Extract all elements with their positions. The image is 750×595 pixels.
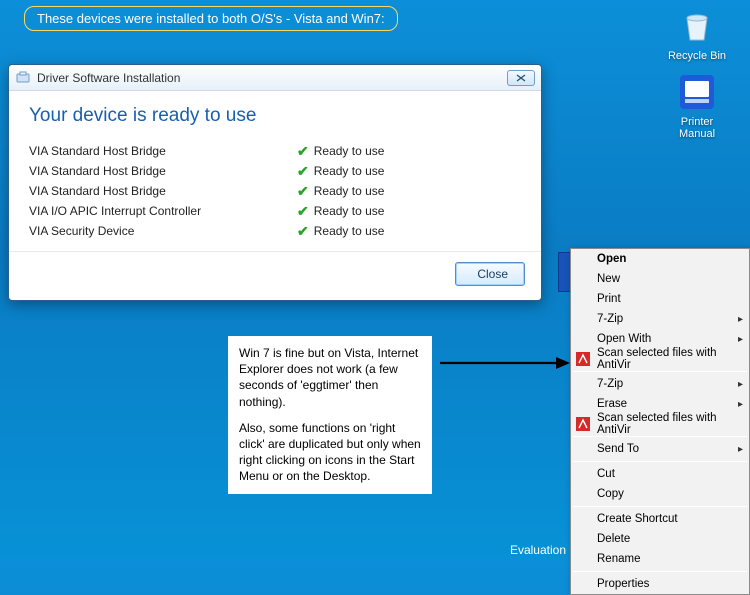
annotation-arrow <box>440 356 570 370</box>
context-menu-label: New <box>597 273 620 285</box>
context-menu-label: Erase <box>597 398 627 410</box>
context-menu-item[interactable]: Erase <box>571 394 749 414</box>
context-menu-label: Scan selected files with AntiVir <box>597 412 743 436</box>
checkmark-icon: ✔ <box>297 183 309 200</box>
device-name: VIA Standard Host Bridge <box>29 184 297 198</box>
context-menu-separator <box>573 461 747 462</box>
context-menu-label: Copy <box>597 488 624 500</box>
context-menu-item[interactable]: 7-Zip <box>571 309 749 329</box>
context-menu-label: 7-Zip <box>597 378 623 390</box>
device-row: VIA Standard Host Bridge✔Ready to use <box>29 161 521 181</box>
note-paragraph: Win 7 is fine but on Vista, Internet Exp… <box>239 345 421 410</box>
device-status: ✔Ready to use <box>297 163 384 180</box>
context-menu-label: Send To <box>597 443 639 455</box>
device-status: ✔Ready to use <box>297 223 384 240</box>
context-menu-item[interactable]: Delete <box>571 529 749 549</box>
context-menu-label: Scan selected files with AntiVir <box>597 347 743 371</box>
device-status: ✔Ready to use <box>297 203 384 220</box>
close-icon <box>516 74 526 82</box>
device-row: VIA I/O APIC Interrupt Controller✔Ready … <box>29 201 521 221</box>
device-row: VIA Standard Host Bridge✔Ready to use <box>29 141 521 161</box>
context-menu-label: Properties <box>597 578 649 590</box>
note-paragraph: Also, some functions on 'right click' ar… <box>239 420 421 485</box>
context-menu: Open New Print 7-Zip Open With Scan selected … <box>570 248 750 595</box>
context-menu-item[interactable]: Print <box>571 289 749 309</box>
checkmark-icon: ✔ <box>297 163 309 180</box>
checkmark-icon: ✔ <box>297 203 309 220</box>
device-name: VIA Standard Host Bridge <box>29 144 297 158</box>
titlebar-close-button[interactable] <box>507 70 535 86</box>
antivir-icon <box>575 351 591 367</box>
context-menu-item[interactable]: Scan selected files with AntiVir <box>571 414 749 434</box>
context-menu-label: Print <box>597 293 621 305</box>
device-status: ✔Ready to use <box>297 143 384 160</box>
printer-manual-icon <box>675 70 719 114</box>
context-menu-item[interactable]: Rename <box>571 549 749 569</box>
checkmark-icon: ✔ <box>297 223 309 240</box>
context-menu-label: Delete <box>597 533 630 545</box>
context-menu-separator <box>573 571 747 572</box>
annotation-banner: These devices were installed to both O/S… <box>24 6 398 31</box>
context-menu-separator <box>573 371 747 372</box>
dialog-titlebar[interactable]: Driver Software Installation <box>9 65 541 91</box>
context-menu-label: Create Shortcut <box>597 513 678 525</box>
context-menu-item[interactable]: Create Shortcut <box>571 509 749 529</box>
context-menu-label: Cut <box>597 468 615 480</box>
context-menu-item[interactable]: Cut <box>571 464 749 484</box>
checkmark-icon: ✔ <box>297 143 309 160</box>
context-menu-item[interactable]: New <box>571 269 749 289</box>
context-menu-item[interactable]: Scan selected files with AntiVir <box>571 349 749 369</box>
annotation-note: Win 7 is fine but on Vista, Internet Exp… <box>228 336 432 494</box>
device-name: VIA Security Device <box>29 224 297 238</box>
context-menu-label: Open <box>597 253 626 265</box>
evaluation-watermark: Evaluation <box>510 543 566 557</box>
dialog-icon <box>15 70 31 86</box>
dialog-headline: Your device is ready to use <box>29 105 521 127</box>
antivir-icon <box>575 416 591 432</box>
context-menu-label: 7-Zip <box>597 313 623 325</box>
desktop-icon-label: Printer <box>662 116 732 128</box>
recycle-bin-icon <box>675 4 719 48</box>
dialog-title: Driver Software Installation <box>37 71 180 85</box>
context-menu-separator <box>573 506 747 507</box>
device-list: VIA Standard Host Bridge✔Ready to useVIA… <box>29 141 521 241</box>
context-menu-label: Open With <box>597 333 651 345</box>
driver-install-dialog: Driver Software Installation Your device… <box>8 64 542 301</box>
device-row: VIA Security Device✔Ready to use <box>29 221 521 241</box>
context-menu-item[interactable]: Open <box>571 249 749 269</box>
desktop-icon-printer-manual[interactable]: Printer Manual <box>662 70 732 140</box>
device-status: ✔Ready to use <box>297 183 384 200</box>
context-menu-item[interactable]: Copy <box>571 484 749 504</box>
desktop-icon-label: Recycle Bin <box>662 50 732 62</box>
context-menu-item[interactable]: 7-Zip <box>571 374 749 394</box>
context-menu-item[interactable]: Properties <box>571 574 749 594</box>
desktop-icon-recycle-bin[interactable]: Recycle Bin <box>662 4 732 62</box>
device-row: VIA Standard Host Bridge✔Ready to use <box>29 181 521 201</box>
desktop-icon-label: Manual <box>662 128 732 140</box>
device-name: VIA Standard Host Bridge <box>29 164 297 178</box>
context-menu-separator <box>573 436 747 437</box>
context-menu-label: Rename <box>597 553 640 565</box>
close-button[interactable]: Close <box>455 262 525 286</box>
context-menu-item[interactable]: Send To <box>571 439 749 459</box>
device-name: VIA I/O APIC Interrupt Controller <box>29 204 297 218</box>
context-menu-item[interactable]: Open With <box>571 329 749 349</box>
